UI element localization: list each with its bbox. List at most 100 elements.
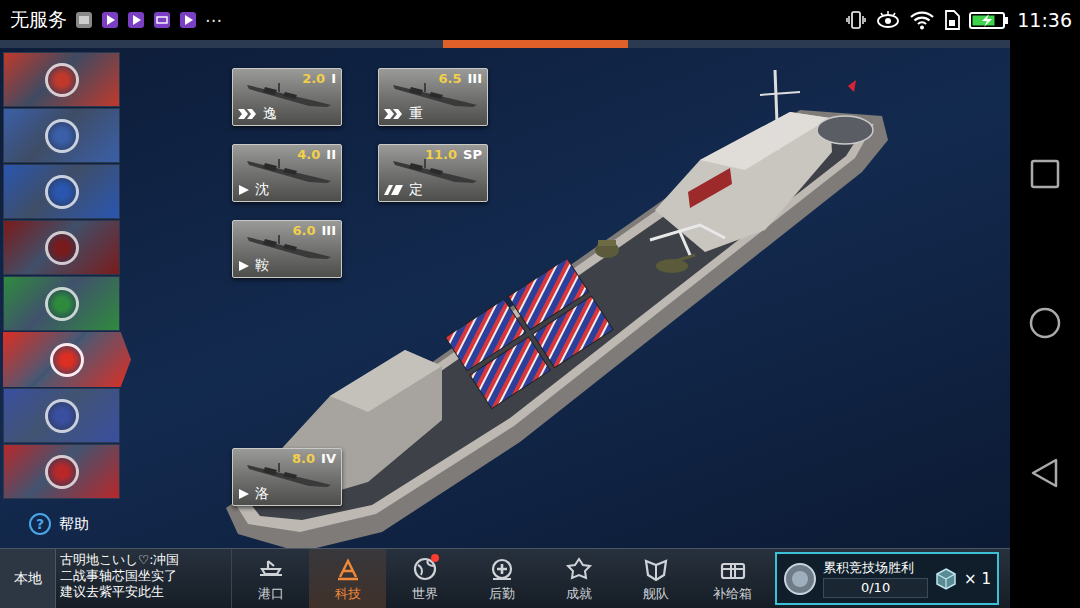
nav-item[interactable]: 补给箱 bbox=[694, 549, 771, 608]
ship-class-icon bbox=[238, 185, 250, 195]
game-screen: ?帮助2.0I逸6.5III重4.0II沈11.0SP定6.0III鞍8.0IV… bbox=[0, 40, 1010, 608]
ship-class-icon bbox=[238, 489, 250, 499]
ship-card[interactable]: 11.0SP定 bbox=[378, 144, 488, 202]
ship-tier: 4.0 bbox=[297, 147, 320, 162]
wifi-icon bbox=[909, 9, 935, 31]
ship-name: 沈 bbox=[255, 181, 269, 198]
chat-line: 二战事轴芯国坐实了 bbox=[60, 568, 227, 584]
ship-class-icon bbox=[238, 109, 258, 119]
nation-tab[interactable] bbox=[3, 332, 131, 387]
screen: ?帮助2.0I逸6.5III重4.0II沈11.0SP定6.0III鞍8.0IV… bbox=[0, 40, 1080, 608]
ship-name-row: 重 bbox=[384, 105, 482, 122]
nav-item[interactable]: 后勤 bbox=[463, 549, 540, 608]
ship-card[interactable]: 4.0II 沈 bbox=[232, 144, 342, 202]
ship-tier-row: 8.0IV bbox=[238, 451, 336, 466]
ship-class-icon bbox=[384, 185, 404, 195]
nav-icon bbox=[718, 555, 748, 583]
nation-list: ?帮助 bbox=[0, 48, 130, 548]
eye-icon bbox=[875, 9, 901, 31]
ship-name-row: 洛 bbox=[238, 485, 336, 502]
keyboard-icon bbox=[153, 11, 171, 29]
ship-class-icon bbox=[384, 109, 404, 119]
help-icon: ? bbox=[29, 513, 51, 535]
ship-name: 洛 bbox=[255, 485, 269, 502]
ship-card[interactable]: 8.0IV 洛 bbox=[232, 448, 342, 506]
sim-icon bbox=[943, 9, 961, 31]
nation-tab[interactable] bbox=[3, 220, 120, 275]
nation-tab[interactable] bbox=[3, 164, 120, 219]
nav-item[interactable]: 世界 bbox=[386, 549, 463, 608]
ship-rank: IV bbox=[321, 451, 336, 466]
ship-name: 重 bbox=[409, 105, 423, 122]
nav-label: 后勤 bbox=[489, 585, 515, 603]
nation-emblem-icon bbox=[45, 119, 79, 153]
nation-emblem-icon bbox=[45, 455, 79, 489]
system-nav-bar bbox=[1010, 40, 1080, 608]
ship-tier: 6.5 bbox=[438, 71, 461, 86]
ship-name: 鞍 bbox=[255, 257, 269, 274]
ship-class-icon bbox=[238, 261, 250, 271]
quest-progress-text: 0/10 bbox=[861, 580, 890, 595]
nav-item[interactable]: 成就 bbox=[540, 549, 617, 608]
nation-emblem-icon bbox=[45, 287, 79, 321]
ship-silhouette-icon bbox=[391, 81, 479, 111]
ship-canvas: 2.0I逸6.5III重4.0II沈11.0SP定6.0III鞍8.0IV洛 bbox=[130, 48, 1010, 548]
ship-rank: SP bbox=[463, 147, 482, 162]
medal-icon bbox=[783, 562, 817, 596]
nav-icon bbox=[487, 555, 517, 583]
top-strip-highlight bbox=[443, 40, 628, 48]
ship-card[interactable]: 2.0I 逸 bbox=[232, 68, 342, 126]
nation-tab[interactable] bbox=[3, 388, 120, 443]
help-button[interactable]: ?帮助 bbox=[3, 508, 130, 540]
ship-tier: 2.0 bbox=[302, 71, 325, 86]
chat-channel-button[interactable]: 本地 bbox=[0, 549, 56, 608]
ship-card[interactable]: 6.0III 鞍 bbox=[232, 220, 342, 278]
ship-tier-row: 4.0II bbox=[238, 147, 336, 162]
recents-button[interactable] bbox=[1030, 159, 1060, 189]
nav-icon bbox=[564, 555, 594, 583]
chat-preview[interactable]: 古明地こいし♡:冲国二战事轴芯国坐实了建议去紫平安此生 bbox=[56, 549, 232, 608]
bottom-bar: 本地古明地こいし♡:冲国二战事轴芯国坐实了建议去紫平安此生港口科技世界后勤成就舰… bbox=[0, 548, 1010, 608]
nav-icon bbox=[641, 555, 671, 583]
main-nav: 港口 科技世界 后勤 成就舰队补给箱 bbox=[232, 549, 771, 608]
nav-item[interactable]: 港口 bbox=[232, 549, 309, 608]
tech-view: ?帮助2.0I逸6.5III重4.0II沈11.0SP定6.0III鞍8.0IV… bbox=[0, 48, 1010, 548]
nav-icon bbox=[256, 555, 286, 583]
nation-emblem-icon bbox=[45, 231, 79, 265]
quest-info: 累积竞技场胜利0/10 bbox=[823, 560, 928, 598]
image-icon bbox=[75, 11, 93, 29]
nation-tab[interactable] bbox=[3, 444, 120, 499]
video-icon bbox=[179, 11, 197, 29]
nav-icon bbox=[333, 555, 363, 583]
ship-name: 逸 bbox=[263, 105, 277, 122]
video-icon bbox=[127, 11, 145, 29]
notification-badge bbox=[431, 554, 439, 562]
nation-tab[interactable] bbox=[3, 276, 120, 331]
home-button[interactable] bbox=[1028, 306, 1062, 340]
ship-name-row: 逸 bbox=[238, 105, 336, 122]
nation-emblem-icon bbox=[50, 343, 84, 377]
ship-tier-row: 6.0III bbox=[238, 223, 336, 238]
nation-tab[interactable] bbox=[3, 108, 120, 163]
tech-tree-upper: 2.0I逸6.5III重4.0II沈11.0SP定6.0III鞍 bbox=[232, 68, 488, 278]
ship-tier-row: 6.5III bbox=[384, 71, 482, 86]
nation-tab[interactable] bbox=[3, 52, 120, 107]
nav-label: 港口 bbox=[258, 585, 284, 603]
nav-item[interactable]: 科技 bbox=[309, 549, 386, 608]
ship-card[interactable]: 6.5III 重 bbox=[378, 68, 488, 126]
nav-item[interactable]: 舰队 bbox=[617, 549, 694, 608]
ship-tier: 11.0 bbox=[425, 147, 457, 162]
quest-reward-count: × 1 bbox=[964, 570, 991, 588]
clock: 11:36 bbox=[1017, 9, 1072, 31]
chat-line: 建议去紫平安此生 bbox=[60, 584, 227, 600]
quest-panel[interactable]: 累积竞技场胜利0/10 × 1 bbox=[775, 552, 999, 605]
carrier-text: 无服务 bbox=[10, 7, 67, 33]
nav-label: 世界 bbox=[412, 585, 438, 603]
ship-tier-row: 2.0I bbox=[238, 71, 336, 86]
ship-name-row: 鞍 bbox=[238, 257, 336, 274]
reward-cube-icon bbox=[934, 567, 958, 591]
quest-progress-track: 0/10 bbox=[823, 578, 928, 598]
ship-tier-row: 11.0 SP bbox=[384, 147, 482, 162]
back-button[interactable] bbox=[1030, 457, 1060, 489]
chat-line: 古明地こいし♡:冲国 bbox=[60, 552, 227, 568]
